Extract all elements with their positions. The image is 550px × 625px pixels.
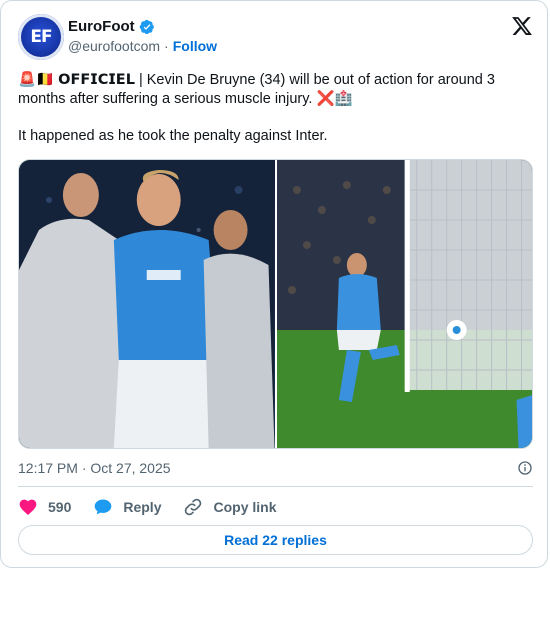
injured-player-helped-off-photo[interactable] — [19, 160, 275, 448]
handle-row: @eurofootcom · Follow — [68, 38, 217, 54]
copy-link-button[interactable]: Copy link — [183, 497, 277, 517]
like-count: 590 — [48, 499, 72, 515]
info-icon[interactable] — [517, 460, 533, 476]
verified-badge-icon — [139, 19, 154, 34]
read-replies-button[interactable]: Read 22 replies — [18, 525, 533, 555]
action-bar: 590 Reply Copy link — [18, 495, 299, 519]
reply-button[interactable]: Reply — [93, 497, 161, 517]
display-name[interactable]: EuroFoot — [68, 18, 135, 35]
follow-button[interactable]: Follow — [173, 38, 217, 54]
heart-icon — [19, 499, 37, 515]
reply-bubble-icon — [95, 499, 112, 515]
separator-dot: · — [164, 38, 169, 54]
x-logo-icon[interactable] — [511, 15, 533, 37]
copy-link-label: Copy link — [213, 499, 277, 515]
media-gallery — [18, 159, 533, 449]
reply-label: Reply — [123, 499, 162, 515]
timestamp-row: 12:17 PM · Oct 27, 2025 — [18, 460, 533, 476]
tweet-text-line: It happened as he took the penalty again… — [18, 128, 328, 144]
photo-right-illustration — [276, 160, 532, 448]
penalty-kick-photo[interactable] — [276, 160, 532, 448]
account-handle[interactable]: @eurofootcom — [68, 38, 160, 54]
account-avatar[interactable]: EF — [18, 14, 64, 60]
like-button[interactable]: 590 — [18, 497, 71, 517]
link-icon — [185, 498, 202, 516]
tweet-text: 🚨🇧🇪 𝗢𝗙𝗙𝗜𝗖𝗜𝗘𝗟 | Kevin De Bruyne (34) will… — [18, 71, 533, 146]
eurofoot-logo: EF — [30, 27, 52, 47]
divider — [18, 486, 533, 487]
tweet-timestamp[interactable]: 12:17 PM · Oct 27, 2025 — [18, 460, 171, 476]
tweet-text-line: 🚨🇧🇪 𝗢𝗙𝗙𝗜𝗖𝗜𝗘𝗟 | Kevin De Bruyne (34) will… — [18, 72, 495, 107]
account-name-row: EuroFoot — [68, 18, 155, 35]
tweet-embed-card: EF EuroFoot @eurofootcom · Follow 🚨🇧🇪 𝗢𝗙… — [0, 0, 548, 568]
photo-left-illustration — [19, 160, 275, 448]
